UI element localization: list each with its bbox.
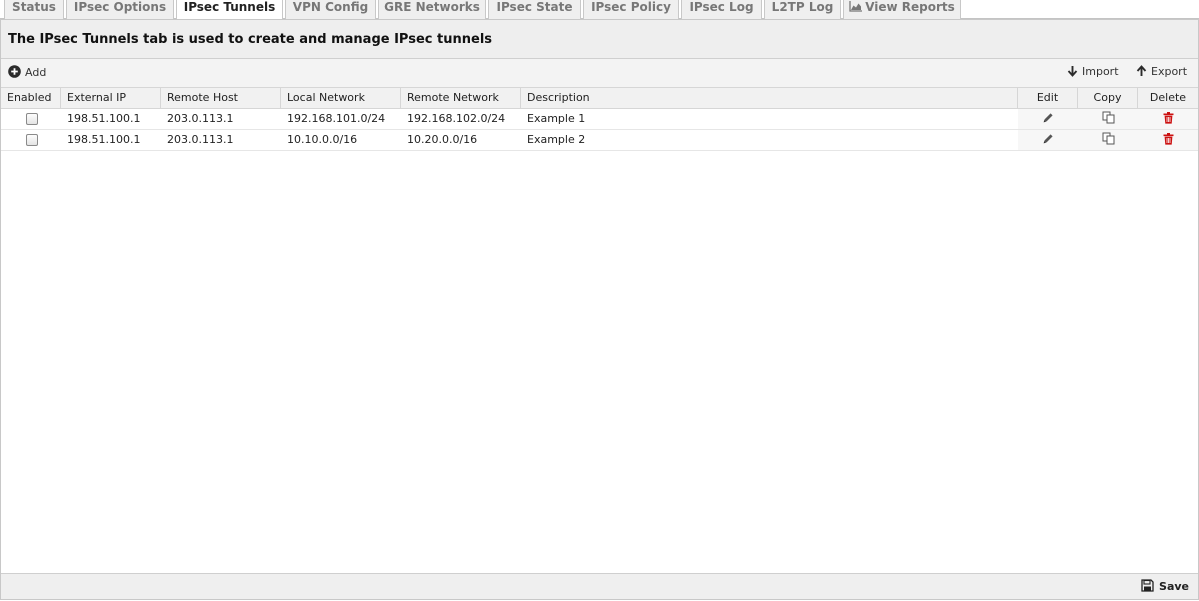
main-panel: The IPsec Tunnels tab is used to create … bbox=[0, 19, 1199, 600]
trash-icon bbox=[1163, 112, 1173, 124]
tab-bar: Status IPsec Options IPsec Tunnels VPN C… bbox=[0, 0, 1199, 20]
description-cell: Example 1 bbox=[527, 112, 586, 125]
edit-button[interactable] bbox=[1018, 109, 1078, 129]
table-row: 198.51.100.1 203.0.113.1 192.168.101.0/2… bbox=[1, 109, 1198, 130]
save-button[interactable]: Save bbox=[1141, 579, 1189, 595]
column-header-remote-host[interactable]: Remote Host bbox=[161, 88, 281, 108]
pencil-icon bbox=[1043, 113, 1053, 123]
tab-label: IPsec Log bbox=[689, 0, 754, 14]
remote-host-cell: 203.0.113.1 bbox=[167, 133, 234, 146]
column-header-copy[interactable]: Copy bbox=[1078, 88, 1138, 108]
column-header-description[interactable]: Description bbox=[521, 88, 1018, 108]
tab-gre-networks[interactable]: GRE Networks bbox=[378, 0, 486, 19]
local-network-cell: 10.10.0.0/16 bbox=[287, 133, 358, 146]
copy-icon bbox=[1102, 111, 1114, 124]
import-label: Import bbox=[1082, 65, 1119, 78]
page-header: The IPsec Tunnels tab is used to create … bbox=[1, 20, 1198, 59]
enabled-cell bbox=[1, 109, 61, 129]
enabled-checkbox[interactable] bbox=[26, 134, 38, 146]
copy-button[interactable] bbox=[1078, 130, 1138, 150]
grid-body: 198.51.100.1 203.0.113.1 192.168.101.0/2… bbox=[1, 109, 1198, 151]
delete-button[interactable] bbox=[1138, 130, 1198, 150]
tab-label: IPsec Policy bbox=[591, 0, 671, 14]
tab-ipsec-state[interactable]: IPsec State bbox=[488, 0, 581, 19]
delete-button[interactable] bbox=[1138, 109, 1198, 129]
footer-bar: Save bbox=[1, 573, 1198, 599]
tab-ipsec-tunnels[interactable]: IPsec Tunnels bbox=[176, 0, 283, 20]
remote-network-cell: 192.168.102.0/24 bbox=[407, 112, 506, 125]
trash-icon bbox=[1163, 133, 1173, 145]
pencil-icon bbox=[1043, 134, 1053, 144]
export-label: Export bbox=[1151, 65, 1188, 78]
tab-status[interactable]: Status bbox=[4, 0, 64, 19]
grid-header: Enabled External IP Remote Host Local Ne… bbox=[1, 87, 1198, 109]
remote-host-cell: 203.0.113.1 bbox=[167, 112, 234, 125]
copy-button[interactable] bbox=[1078, 109, 1138, 129]
description-cell: Example 2 bbox=[527, 133, 586, 146]
tab-label: Status bbox=[12, 0, 56, 14]
column-header-enabled[interactable]: Enabled bbox=[1, 88, 61, 108]
arrow-up-icon bbox=[1136, 65, 1147, 76]
floppy-disk-icon bbox=[1141, 579, 1154, 592]
tab-label: GRE Networks bbox=[384, 0, 480, 14]
save-label: Save bbox=[1159, 580, 1189, 593]
tab-vpn-config[interactable]: VPN Config bbox=[285, 0, 376, 19]
page-title: The IPsec Tunnels tab is used to create … bbox=[8, 32, 493, 47]
local-network-cell: 192.168.101.0/24 bbox=[287, 112, 386, 125]
add-button[interactable]: Add bbox=[8, 65, 46, 81]
export-button[interactable]: Export bbox=[1136, 65, 1187, 81]
tab-ipsec-log[interactable]: IPsec Log bbox=[681, 0, 762, 19]
tab-ipsec-options[interactable]: IPsec Options bbox=[66, 0, 174, 19]
column-header-remote-network[interactable]: Remote Network bbox=[401, 88, 521, 108]
tab-label: IPsec Options bbox=[73, 0, 167, 14]
copy-icon bbox=[1102, 132, 1114, 145]
table-row: 198.51.100.1 203.0.113.1 10.10.0.0/16 10… bbox=[1, 130, 1198, 151]
plus-circle-icon bbox=[8, 65, 21, 78]
column-header-external-ip[interactable]: External IP bbox=[61, 88, 161, 108]
enabled-cell bbox=[1, 130, 61, 150]
tab-label: View Reports bbox=[865, 0, 955, 14]
tab-l2tp-log[interactable]: L2TP Log bbox=[764, 0, 841, 19]
column-header-local-network[interactable]: Local Network bbox=[281, 88, 401, 108]
external-ip-cell: 198.51.100.1 bbox=[67, 112, 141, 125]
arrow-down-icon bbox=[1067, 66, 1078, 77]
column-header-delete[interactable]: Delete bbox=[1138, 88, 1198, 108]
grid-toolbar: Add Import Export bbox=[1, 59, 1198, 87]
external-ip-cell: 198.51.100.1 bbox=[67, 133, 141, 146]
column-header-edit[interactable]: Edit bbox=[1018, 88, 1078, 108]
tab-label: IPsec State bbox=[496, 0, 573, 14]
import-button[interactable]: Import bbox=[1067, 65, 1119, 81]
area-chart-icon bbox=[849, 1, 863, 16]
tab-ipsec-policy[interactable]: IPsec Policy bbox=[583, 0, 679, 19]
tab-label: IPsec Tunnels bbox=[183, 0, 276, 14]
edit-button[interactable] bbox=[1018, 130, 1078, 150]
remote-network-cell: 10.20.0.0/16 bbox=[407, 133, 478, 146]
tab-label: VPN Config bbox=[292, 0, 369, 14]
enabled-checkbox[interactable] bbox=[26, 113, 38, 125]
tab-view-reports[interactable]: View Reports bbox=[843, 0, 961, 19]
tab-label: L2TP Log bbox=[771, 0, 834, 14]
add-label: Add bbox=[25, 66, 47, 79]
